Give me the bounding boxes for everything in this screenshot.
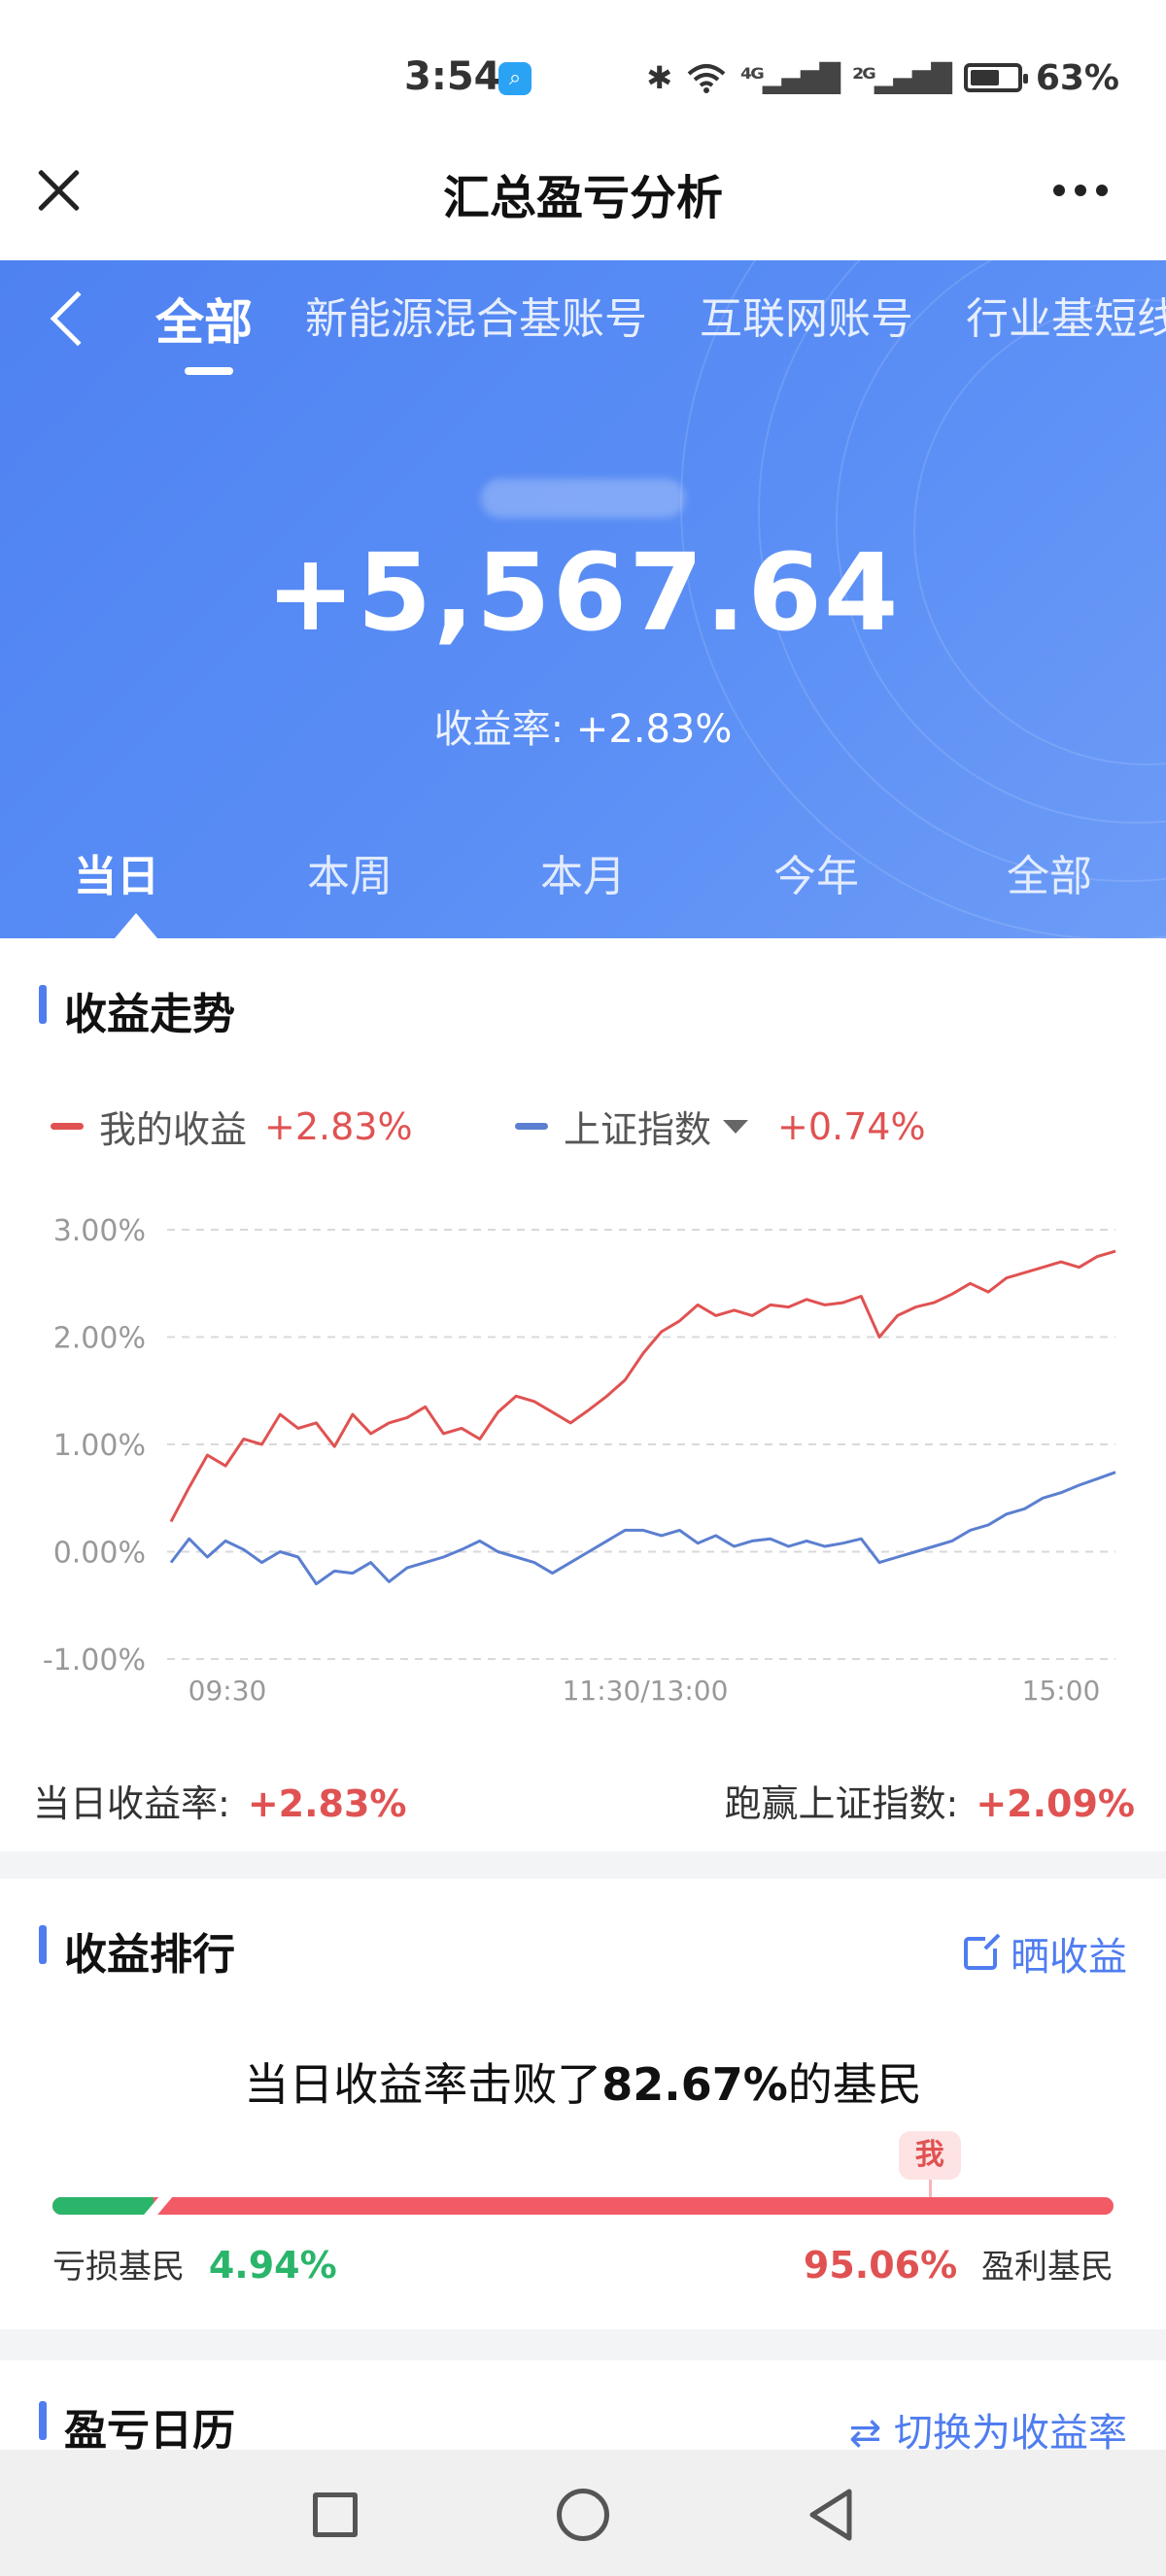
share-icon xyxy=(964,1933,1001,1970)
signal-4g-icon: ⁴ᴳ▂▄▆█ xyxy=(740,61,840,94)
dropdown-triangle-icon[interactable] xyxy=(723,1119,749,1134)
blurred-account-name xyxy=(481,479,685,518)
loss-value: 4.94% xyxy=(208,2244,337,2287)
rate-label: 收益率: xyxy=(433,707,565,752)
total-profit-amount: +5,567.64 xyxy=(265,530,901,655)
system-navigation-bar xyxy=(0,2450,1166,2576)
loss-segment xyxy=(52,2197,154,2215)
y-tick-label: -1.00% xyxy=(43,1644,146,1678)
beat-suffix: 的基民 xyxy=(787,2058,922,2111)
y-tick-label: 3.00% xyxy=(53,1214,146,1248)
me-position-marker: 我 xyxy=(898,2131,961,2180)
loss-label: 亏损基民 xyxy=(52,2248,185,2287)
x-tick-label: 15:00 xyxy=(1022,1675,1101,1707)
beat-index-label: 跑赢上证指数: xyxy=(724,1782,959,1825)
loss-investors: 亏损基民 4.94% xyxy=(52,2240,337,2288)
recent-apps-icon[interactable] xyxy=(313,2492,358,2537)
profit-label: 盈利基民 xyxy=(981,2248,1114,2287)
tab-period-year[interactable]: 今年 xyxy=(700,841,933,903)
index-line xyxy=(169,1471,1116,1586)
profit-distribution-bar xyxy=(52,2197,1114,2215)
beat-index-stat: 跑赢上证指数: +2.09% xyxy=(725,1774,1135,1827)
legend-my-profit-value: +2.83% xyxy=(264,1104,413,1148)
tab-period-month[interactable]: 本月 xyxy=(466,841,700,903)
calendar-section-title: 盈亏日历 xyxy=(39,2395,235,2457)
legend-my-profit[interactable]: 我的收益 +2.83% xyxy=(51,1100,413,1153)
bluetooth-icon: ✱ xyxy=(646,59,673,96)
legend-red-line xyxy=(51,1123,84,1130)
share-profit-label: 晒收益 xyxy=(1011,1935,1127,1980)
beat-index-value: +2.09% xyxy=(976,1782,1135,1825)
daily-rate-value: +2.83% xyxy=(247,1782,407,1825)
page-title: 汇总盈亏分析 xyxy=(442,171,723,225)
profit-value: 95.06% xyxy=(803,2244,958,2287)
total-profit-rate: 收益率: +2.83% xyxy=(0,697,1166,754)
x-tick-label: 11:30/13:00 xyxy=(563,1675,729,1707)
summary-header: 全部 新能源混合基账号 互联网账号 行业基短线 +5,567.64 收益率: +… xyxy=(0,260,1166,938)
y-tick-label: 0.00% xyxy=(53,1537,146,1571)
battery-icon xyxy=(963,63,1028,92)
daily-rate-stat: 当日收益率: +2.83% xyxy=(33,1774,406,1827)
legend-index-value: +0.74% xyxy=(777,1104,926,1148)
legend-index-selector[interactable]: 上证指数 +0.74% xyxy=(515,1100,926,1153)
account-tabs: 全部 新能源混合基账号 互联网账号 行业基短线 xyxy=(155,284,1166,375)
search-app-icon: ⌕ xyxy=(498,62,532,95)
ranking-section-title: 收益排行 xyxy=(39,1919,235,1982)
status-time: 3:54 xyxy=(404,54,501,99)
tab-account-industry[interactable]: 行业基短线 xyxy=(966,284,1166,354)
signal-2g-icon: ²ᴳ▂▄▆█ xyxy=(851,61,952,94)
trend-chart: 3.00% 2.00% 1.00% 0.00% -1.00% 09:30 11:30/13:… xyxy=(43,1214,1116,1707)
my-profit-line xyxy=(169,1249,1116,1523)
legend-blue-line xyxy=(515,1123,548,1130)
trend-section-title: 收益走势 xyxy=(39,979,235,1041)
status-indicators: ✱ ⁴ᴳ▂▄▆█ ²ᴳ▂▄▆█ 63% xyxy=(646,56,1119,99)
profit-investors: 95.06% 盈利基民 xyxy=(804,2240,1114,2288)
home-icon[interactable] xyxy=(557,2489,609,2541)
tab-account-all[interactable]: 全部 xyxy=(155,284,253,375)
legend-index-label: 上证指数 xyxy=(564,1108,712,1151)
beat-prefix: 当日收益率击败了 xyxy=(244,2058,602,2111)
tab-period-all[interactable]: 全部 xyxy=(933,841,1166,903)
period-tabs: 当日 本周 本月 今年 全部 xyxy=(0,841,1166,903)
tab-period-day[interactable]: 当日 xyxy=(0,841,233,903)
y-tick-label: 1.00% xyxy=(53,1429,146,1463)
rate-value: +2.83% xyxy=(575,707,733,752)
tab-account-internet[interactable]: 互联网账号 xyxy=(700,284,913,354)
active-tab-indicator xyxy=(115,913,157,938)
battery-percent: 63% xyxy=(1035,57,1119,98)
back-chevron-icon[interactable] xyxy=(50,290,106,347)
tab-period-week[interactable]: 本周 xyxy=(233,841,466,903)
nav-bar: 汇总盈亏分析 xyxy=(0,117,1166,260)
wifi-icon xyxy=(687,64,726,93)
beat-percent: 82.67% xyxy=(601,2058,788,2111)
beat-percentage-text: 当日收益率击败了82.67%的基民 xyxy=(0,2050,1166,2114)
legend-my-profit-label: 我的收益 xyxy=(99,1108,248,1151)
daily-rate-label: 当日收益率: xyxy=(33,1782,230,1825)
back-triangle-icon[interactable] xyxy=(806,2487,855,2543)
tab-account-new-energy[interactable]: 新能源混合基账号 xyxy=(305,284,647,354)
y-tick-label: 2.00% xyxy=(53,1322,146,1356)
more-icon[interactable] xyxy=(1053,185,1108,196)
x-tick-label: 09:30 xyxy=(189,1675,267,1707)
share-profit-button[interactable]: 晒收益 xyxy=(964,1925,1127,1982)
